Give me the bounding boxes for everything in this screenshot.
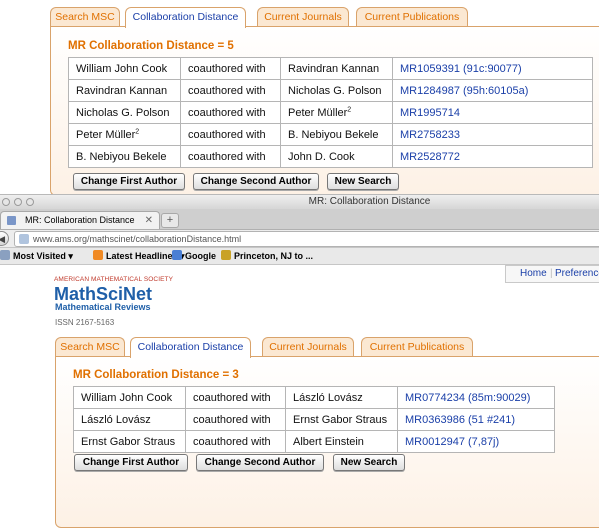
table-row: László Lovász coauthored with Ernst Gabor … [73,408,555,431]
top-tab-bar: Search MSC Collaboration Distance Curren… [50,7,470,28]
change-second-author-button[interactable]: Change Second Author [196,454,324,471]
second-author-cell: John D. Cook [280,145,393,168]
window-titlebar: MR: Collaboration Distance [0,194,599,210]
table-row: Ravindran Kannan coauthored with Nicholas … [68,79,593,102]
society-name: AMERICAN MATHEMATICAL SOCIETY [54,276,174,283]
top-results-panel: MR Collaboration Distance = 5 William Jo… [50,26,599,196]
first-author-cell: Ernst Gabor Straus [73,430,186,453]
main-tab-bar: Search MSC Collaboration Distance Curren… [55,337,475,358]
mr-number-link[interactable]: MR1995714 [392,101,593,124]
browser-tab-title: MR: Collaboration Distance [25,215,135,225]
url-field[interactable]: www.ams.org/mathscinet/collaborationDist… [14,231,599,247]
relation-cell: coauthored with [180,145,281,168]
first-author-cell: Ravindran Kannan [68,79,181,102]
bookmarks-toolbar: Most Visited ▾ Latest Headlines ▾ Google… [0,248,599,265]
back-arrow-icon[interactable]: ◀ [0,231,9,246]
first-author-cell: William John Cook [73,386,186,409]
table-row: Ernst Gabor Straus coauthored with Albert … [73,430,555,453]
issn-number: ISSN 2167-5163 [55,318,115,327]
author-disambiguation-superscript: 2 [135,127,140,135]
relation-cell: coauthored with [180,57,281,80]
mr-number-link[interactable]: MR2758233 [392,123,593,146]
collaboration-path-table: William John Cook coauthored with László L… [73,386,555,453]
change-first-author-button[interactable]: Change First Author [73,173,185,190]
nav-preferences-link[interactable]: Preferences [555,266,599,282]
author-disambiguation-superscript: 2 [347,105,352,113]
table-row: Nicholas G. Polson coauthored with Peter M… [68,101,593,124]
first-author-cell: László Lovász [73,408,186,431]
mr-number-link[interactable]: MR1059391 (91c:90077) [392,57,593,80]
first-author-cell: William John Cook [68,57,181,80]
second-author-cell: Ravindran Kannan [280,57,393,80]
mr-number-link[interactable]: MR1284987 (95h:60105a) [392,79,593,102]
tab-collaboration-distance[interactable]: Collaboration Distance [130,337,251,358]
google-favicon-icon [172,250,182,260]
first-author-cell: Nicholas G. Polson [68,101,181,124]
mr-number-link[interactable]: MR0774234 (85m:90029) [397,386,555,409]
navigation-bar: ◀ www.ams.org/mathscinet/collaborationDi… [0,230,599,248]
new-tab-button[interactable]: + [161,213,179,228]
table-row: Peter Müller2 coauthored with B. Nebiyou B… [68,123,593,146]
second-author-cell: B. Nebiyou Bekele [280,123,393,146]
collaboration-path-table: William John Cook coauthored with Ravindra… [68,57,593,168]
bookmark-folder-icon [0,250,10,260]
nav-separator: | [550,268,553,279]
second-author-cell: Peter Müller2 [280,101,393,124]
table-row: William John Cook coauthored with László L… [73,386,555,409]
top-navigation: Home | Preferences [505,265,599,283]
url-text: www.ams.org/mathscinet/collaborationDist… [33,234,242,244]
mr-number-link[interactable]: MR0363986 (51 #241) [397,408,555,431]
table-row: B. Nebiyou Bekele coauthored with John D. … [68,145,593,168]
second-author-cell: László Lovász [285,386,398,409]
new-search-button[interactable]: New Search [327,173,399,190]
mr-number-link[interactable]: MR0012947 (7,87j) [397,430,555,453]
tab-current-journals[interactable]: Current Journals [262,337,354,356]
tab-search-msc[interactable]: Search MSC [50,7,120,26]
second-author-cell: Albert Einstein [285,430,398,453]
page-identity-icon [19,234,29,244]
mr-number-link[interactable]: MR2528772 [392,145,593,168]
rss-feed-icon [93,250,103,260]
change-first-author-button[interactable]: Change First Author [74,454,188,471]
site-favicon-icon [7,216,16,225]
bookmark-google[interactable]: Google [172,248,216,264]
table-row: William John Cook coauthored with Ravindra… [68,57,593,80]
relation-cell: coauthored with [180,123,281,146]
distance-title: MR Collaboration Distance = 5 [68,40,234,52]
results-panel: MR Collaboration Distance = 3 William Jo… [55,356,599,528]
bookmark-latest-headlines[interactable]: Latest Headlines ▾ [93,248,185,264]
first-author-cell: Peter Müller2 [68,123,181,146]
second-author-cell: Ernst Gabor Straus [285,408,398,431]
tab-collaboration-distance[interactable]: Collaboration Distance [125,7,246,28]
tab-current-publications[interactable]: Current Publications [356,7,468,26]
browser-tab[interactable]: MR: Collaboration Distance ✕ [0,211,160,229]
bookmark-princeton[interactable]: Princeton, NJ to ... [221,248,313,264]
browser-tab-strip: MR: Collaboration Distance ✕ + [0,209,599,230]
relation-cell: coauthored with [185,408,286,431]
relation-cell: coauthored with [180,101,281,124]
distance-title: MR Collaboration Distance = 3 [73,369,239,381]
tab-search-msc[interactable]: Search MSC [55,337,125,356]
first-author-cell: B. Nebiyou Bekele [68,145,181,168]
relation-cell: coauthored with [180,79,281,102]
map-pin-icon [221,250,231,260]
second-author-cell: Nicholas G. Polson [280,79,393,102]
relation-cell: coauthored with [185,430,286,453]
nav-home-link[interactable]: Home [520,266,547,282]
change-second-author-button[interactable]: Change Second Author [193,173,319,190]
new-search-button[interactable]: New Search [333,454,405,471]
window-title: MR: Collaboration Distance [308,196,431,207]
relation-cell: coauthored with [185,386,286,409]
tab-current-journals[interactable]: Current Journals [257,7,349,26]
tab-current-publications[interactable]: Current Publications [361,337,473,356]
logo-subtitle: Mathematical Reviews [55,302,151,312]
bookmark-most-visited[interactable]: Most Visited ▾ [0,248,73,264]
close-tab-icon[interactable]: ✕ [145,212,153,229]
